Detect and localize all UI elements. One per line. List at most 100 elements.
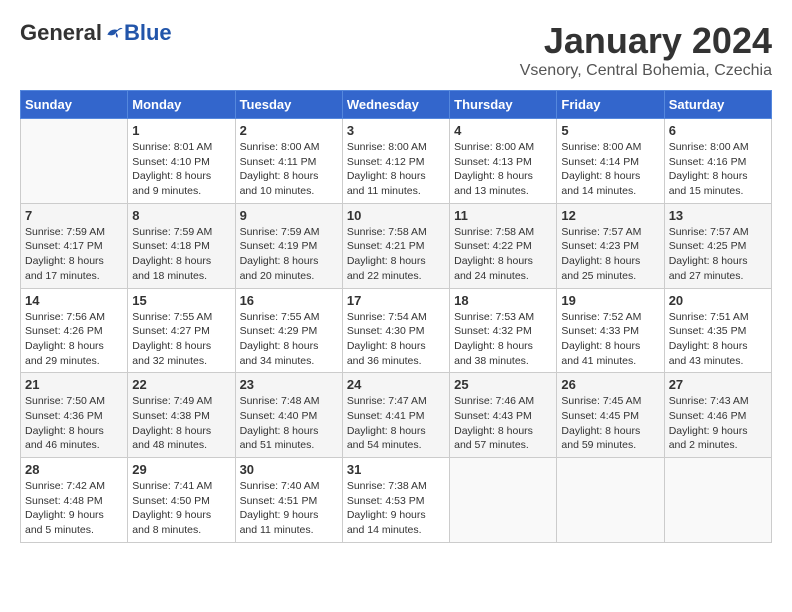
calendar-cell: 4 Sunrise: 8:00 AM Sunset: 4:13 PM Daylig…: [450, 119, 557, 204]
day-info: Sunrise: 8:01 AM Sunset: 4:10 PM Dayligh…: [132, 140, 230, 199]
page-header: General Blue January 2024 Vsenory, Centr…: [20, 20, 772, 80]
calendar-header-monday: Monday: [128, 91, 235, 119]
day-number: 13: [669, 208, 767, 223]
day-info: Sunrise: 7:57 AM Sunset: 4:23 PM Dayligh…: [561, 225, 659, 284]
title-block: January 2024 Vsenory, Central Bohemia, C…: [520, 20, 772, 80]
day-info: Sunrise: 7:58 AM Sunset: 4:22 PM Dayligh…: [454, 225, 552, 284]
day-number: 28: [25, 462, 123, 477]
day-number: 17: [347, 293, 445, 308]
logo-general: General: [20, 20, 102, 46]
calendar-cell: 30Sunrise: 7:40 AM Sunset: 4:51 PM Dayli…: [235, 458, 342, 543]
calendar-cell: [450, 458, 557, 543]
day-info: Sunrise: 7:59 AM Sunset: 4:18 PM Dayligh…: [132, 225, 230, 284]
calendar-week-row: 7Sunrise: 7:59 AM Sunset: 4:17 PM Daylig…: [21, 203, 772, 288]
day-number: 20: [669, 293, 767, 308]
day-info: Sunrise: 7:47 AM Sunset: 4:41 PM Dayligh…: [347, 394, 445, 453]
day-info: Sunrise: 7:55 AM Sunset: 4:29 PM Dayligh…: [240, 310, 338, 369]
day-number: 5: [561, 123, 659, 138]
day-info: Sunrise: 8:00 AM Sunset: 4:16 PM Dayligh…: [669, 140, 767, 199]
logo-bird-icon: [104, 23, 124, 43]
day-info: Sunrise: 7:49 AM Sunset: 4:38 PM Dayligh…: [132, 394, 230, 453]
calendar-cell: 23 Sunrise: 7:48 AM Sunset: 4:40 PM Dayli…: [235, 373, 342, 458]
day-number: 2: [240, 123, 338, 138]
calendar-cell: 6 Sunrise: 8:00 AM Sunset: 4:16 PM Daylig…: [664, 119, 771, 204]
day-info: Sunrise: 7:51 AM Sunset: 4:35 PM Dayligh…: [669, 310, 767, 369]
calendar-week-row: 14Sunrise: 7:56 AM Sunset: 4:26 PM Dayli…: [21, 288, 772, 373]
calendar-cell: 3Sunrise: 8:00 AM Sunset: 4:12 PM Daylig…: [342, 119, 449, 204]
calendar-cell: 1Sunrise: 8:01 AM Sunset: 4:10 PM Daylig…: [128, 119, 235, 204]
day-number: 15: [132, 293, 230, 308]
day-info: Sunrise: 7:55 AM Sunset: 4:27 PM Dayligh…: [132, 310, 230, 369]
day-info: Sunrise: 7:42 AM Sunset: 4:48 PM Dayligh…: [25, 479, 123, 538]
calendar-week-row: 28 Sunrise: 7:42 AM Sunset: 4:48 PM Dayli…: [21, 458, 772, 543]
calendar-cell: 17Sunrise: 7:54 AM Sunset: 4:30 PM Dayli…: [342, 288, 449, 373]
day-info: Sunrise: 7:57 AM Sunset: 4:25 PM Dayligh…: [669, 225, 767, 284]
calendar-week-row: 21 Sunrise: 7:50 AM Sunset: 4:36 PM Dayli…: [21, 373, 772, 458]
calendar-cell: 14Sunrise: 7:56 AM Sunset: 4:26 PM Dayli…: [21, 288, 128, 373]
day-number: 22: [132, 377, 230, 392]
calendar-header-sunday: Sunday: [21, 91, 128, 119]
day-number: 9: [240, 208, 338, 223]
calendar-cell: 19 Sunrise: 7:52 AM Sunset: 4:33 PM Dayli…: [557, 288, 664, 373]
day-number: 26: [561, 377, 659, 392]
calendar-header-tuesday: Tuesday: [235, 91, 342, 119]
calendar-cell: 2 Sunrise: 8:00 AM Sunset: 4:11 PM Daylig…: [235, 119, 342, 204]
day-number: 12: [561, 208, 659, 223]
calendar-cell: 24 Sunrise: 7:47 AM Sunset: 4:41 PM Dayli…: [342, 373, 449, 458]
day-number: 23: [240, 377, 338, 392]
day-number: 14: [25, 293, 123, 308]
calendar-table: SundayMondayTuesdayWednesdayThursdayFrid…: [20, 90, 772, 543]
calendar-header-saturday: Saturday: [664, 91, 771, 119]
day-number: 18: [454, 293, 552, 308]
day-number: 25: [454, 377, 552, 392]
calendar-header-thursday: Thursday: [450, 91, 557, 119]
calendar-cell: 10Sunrise: 7:58 AM Sunset: 4:21 PM Dayli…: [342, 203, 449, 288]
day-number: 21: [25, 377, 123, 392]
day-number: 27: [669, 377, 767, 392]
calendar-cell: 20 Sunrise: 7:51 AM Sunset: 4:35 PM Dayli…: [664, 288, 771, 373]
day-info: Sunrise: 7:38 AM Sunset: 4:53 PM Dayligh…: [347, 479, 445, 538]
calendar-cell: 26 Sunrise: 7:45 AM Sunset: 4:45 PM Dayli…: [557, 373, 664, 458]
calendar-cell: 5Sunrise: 8:00 AM Sunset: 4:14 PM Daylig…: [557, 119, 664, 204]
day-number: 16: [240, 293, 338, 308]
day-info: Sunrise: 7:45 AM Sunset: 4:45 PM Dayligh…: [561, 394, 659, 453]
day-info: Sunrise: 7:43 AM Sunset: 4:46 PM Dayligh…: [669, 394, 767, 453]
calendar-cell: 11Sunrise: 7:58 AM Sunset: 4:22 PM Dayli…: [450, 203, 557, 288]
logo-blue: Blue: [124, 20, 172, 46]
day-number: 31: [347, 462, 445, 477]
calendar-cell: 13 Sunrise: 7:57 AM Sunset: 4:25 PM Dayli…: [664, 203, 771, 288]
day-number: 4: [454, 123, 552, 138]
calendar-cell: 21 Sunrise: 7:50 AM Sunset: 4:36 PM Dayli…: [21, 373, 128, 458]
day-info: Sunrise: 7:40 AM Sunset: 4:51 PM Dayligh…: [240, 479, 338, 538]
calendar-cell: 28 Sunrise: 7:42 AM Sunset: 4:48 PM Dayli…: [21, 458, 128, 543]
day-info: Sunrise: 7:52 AM Sunset: 4:33 PM Dayligh…: [561, 310, 659, 369]
calendar-header-friday: Friday: [557, 91, 664, 119]
calendar-cell: 9 Sunrise: 7:59 AM Sunset: 4:19 PM Daylig…: [235, 203, 342, 288]
day-number: 29: [132, 462, 230, 477]
day-number: 19: [561, 293, 659, 308]
day-info: Sunrise: 7:46 AM Sunset: 4:43 PM Dayligh…: [454, 394, 552, 453]
day-info: Sunrise: 8:00 AM Sunset: 4:11 PM Dayligh…: [240, 140, 338, 199]
calendar-cell: 25 Sunrise: 7:46 AM Sunset: 4:43 PM Dayli…: [450, 373, 557, 458]
day-info: Sunrise: 7:41 AM Sunset: 4:50 PM Dayligh…: [132, 479, 230, 538]
calendar-cell: [21, 119, 128, 204]
calendar-cell: 22 Sunrise: 7:49 AM Sunset: 4:38 PM Dayli…: [128, 373, 235, 458]
day-info: Sunrise: 7:59 AM Sunset: 4:19 PM Dayligh…: [240, 225, 338, 284]
calendar-cell: 18 Sunrise: 7:53 AM Sunset: 4:32 PM Dayli…: [450, 288, 557, 373]
day-number: 6: [669, 123, 767, 138]
day-info: Sunrise: 7:53 AM Sunset: 4:32 PM Dayligh…: [454, 310, 552, 369]
calendar-cell: 7Sunrise: 7:59 AM Sunset: 4:17 PM Daylig…: [21, 203, 128, 288]
day-info: Sunrise: 7:50 AM Sunset: 4:36 PM Dayligh…: [25, 394, 123, 453]
day-info: Sunrise: 7:59 AM Sunset: 4:17 PM Dayligh…: [25, 225, 123, 284]
day-number: 24: [347, 377, 445, 392]
day-info: Sunrise: 7:48 AM Sunset: 4:40 PM Dayligh…: [240, 394, 338, 453]
calendar-cell: [664, 458, 771, 543]
calendar-week-row: 1Sunrise: 8:01 AM Sunset: 4:10 PM Daylig…: [21, 119, 772, 204]
calendar-cell: 27 Sunrise: 7:43 AM Sunset: 4:46 PM Dayli…: [664, 373, 771, 458]
day-info: Sunrise: 8:00 AM Sunset: 4:13 PM Dayligh…: [454, 140, 552, 199]
month-title: January 2024: [520, 20, 772, 62]
calendar-cell: 31 Sunrise: 7:38 AM Sunset: 4:53 PM Dayli…: [342, 458, 449, 543]
calendar-cell: 15 Sunrise: 7:55 AM Sunset: 4:27 PM Dayli…: [128, 288, 235, 373]
calendar-cell: 8Sunrise: 7:59 AM Sunset: 4:18 PM Daylig…: [128, 203, 235, 288]
calendar-header-wednesday: Wednesday: [342, 91, 449, 119]
